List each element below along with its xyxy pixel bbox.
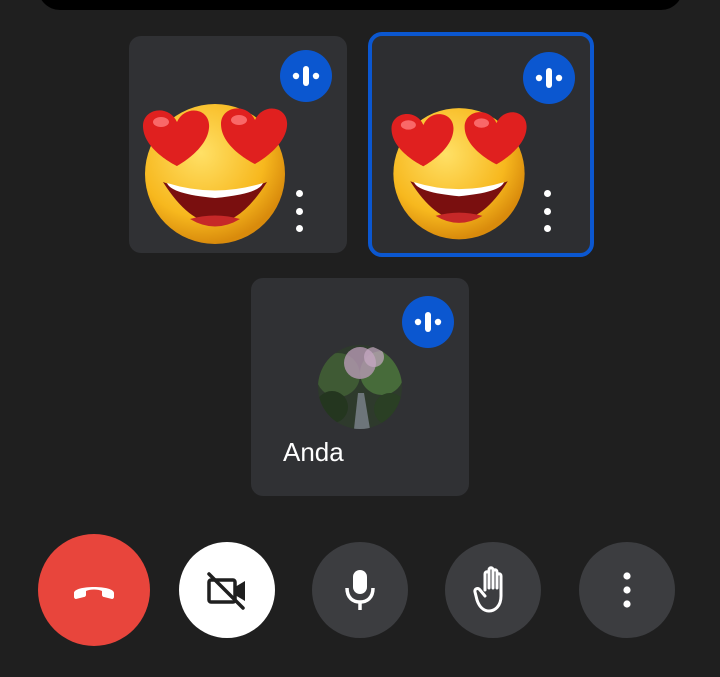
video-call-screen: Anda (0, 0, 720, 677)
participant-options-icon[interactable] (540, 190, 554, 232)
heart-eyes-emoji-icon (143, 104, 288, 244)
heart-eyes-emoji-icon (391, 108, 527, 240)
participant-tile-2[interactable] (368, 32, 594, 257)
end-call-button[interactable] (38, 534, 150, 646)
more-options-button[interactable] (579, 542, 675, 638)
audio-level-icon (402, 296, 454, 348)
participant-options-icon[interactable] (292, 190, 306, 232)
avatar (318, 345, 402, 429)
participant-tile-3[interactable]: Anda (251, 278, 469, 496)
camera-toggle-button[interactable] (179, 542, 275, 638)
raise-hand-button[interactable] (445, 542, 541, 638)
participant-name: Anda (283, 437, 344, 467)
microphone-button[interactable] (312, 542, 408, 638)
hand-icon (473, 566, 503, 613)
top-bar (38, 0, 683, 10)
participant-tile-1[interactable] (129, 36, 347, 253)
more-vert-icon (623, 572, 631, 608)
end-call-icon (74, 587, 114, 599)
camera-off-icon (207, 572, 245, 610)
audio-level-icon (523, 52, 575, 104)
microphone-icon (345, 570, 375, 610)
